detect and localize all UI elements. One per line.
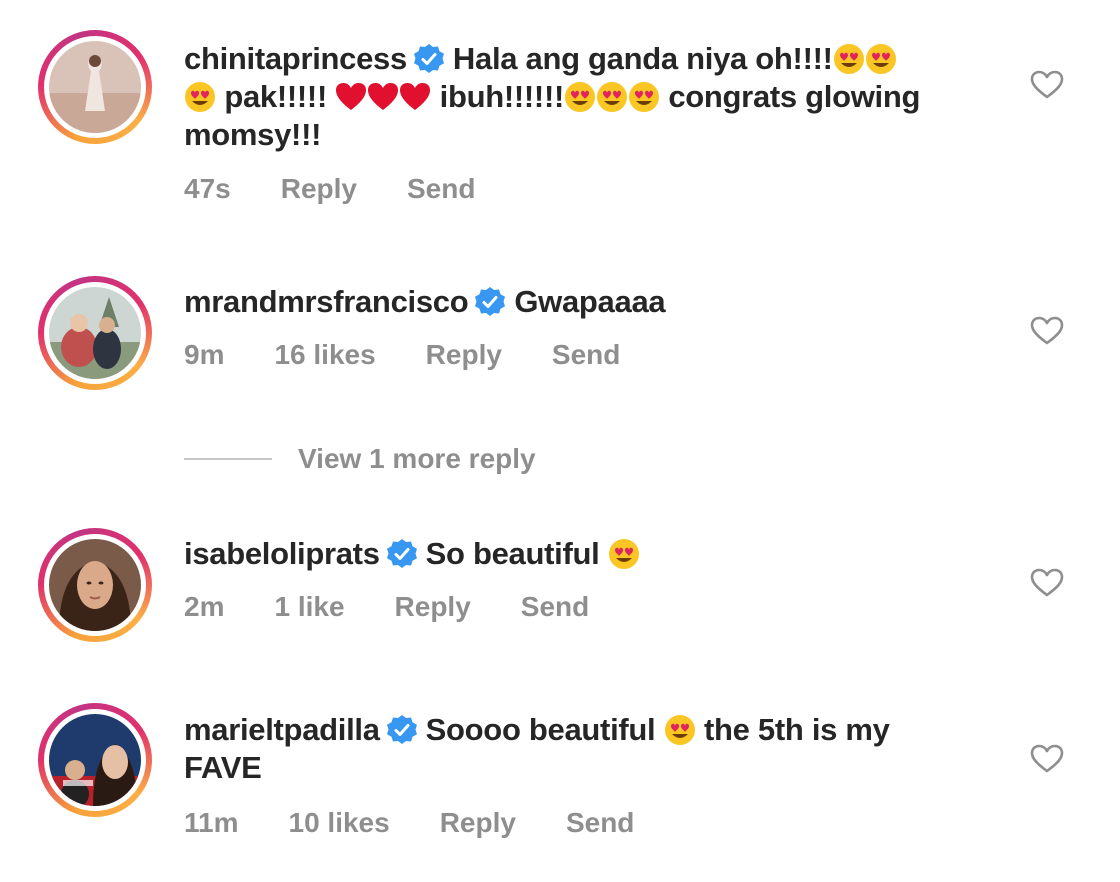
avatar[interactable]: [38, 30, 152, 144]
heart-eyes-emoji-icon: [833, 44, 864, 74]
send-button[interactable]: Send: [566, 807, 634, 839]
send-button[interactable]: Send: [407, 173, 475, 205]
heart-eyes-emoji-icon: [608, 539, 639, 569]
comment-text: isabeloliprats So beautiful: [184, 535, 1004, 573]
comment-body-part: the 5th is my: [704, 712, 890, 747]
heart-eyes-emoji-icon: [185, 82, 215, 112]
like-count[interactable]: 1 like: [274, 591, 344, 623]
comment-body-part: Soooo beautiful: [425, 712, 656, 747]
comment-body-part: Hala ang ganda niya oh!!!!: [452, 41, 833, 76]
avatar-photo-icon: [49, 287, 141, 379]
divider: [184, 458, 272, 460]
comment-body-part: pak!!!!!: [224, 79, 327, 114]
heart-eyes-emoji-icon: [629, 82, 659, 112]
comment-body-part: ibuh!!!!!!: [439, 79, 565, 114]
avatar-photo-icon: [49, 714, 141, 806]
comment-text: marieltpadilla Soooo beautiful the 5th is…: [184, 711, 1004, 787]
reply-button[interactable]: Reply: [395, 591, 471, 623]
heart-eyes-emoji-icon: [865, 44, 896, 74]
send-button[interactable]: Send: [552, 339, 620, 371]
comment-username[interactable]: marieltpadilla: [184, 712, 380, 747]
comment-text: chinitaprincess Hala ang ganda niya oh!!!…: [184, 40, 1004, 154]
comment-body-part: Gwapaaaa: [514, 284, 666, 319]
verified-badge-icon: [386, 539, 417, 568]
comment-username[interactable]: isabeloliprats: [184, 536, 380, 571]
reply-button[interactable]: Reply: [426, 339, 502, 371]
verified-badge-icon: [386, 715, 417, 744]
verified-badge-icon: [413, 44, 444, 73]
comment-meta: 11m 10 likes Reply Send: [184, 807, 684, 839]
reply-button[interactable]: Reply: [281, 173, 357, 205]
comment-text: mrandmrsfrancisco Gwapaaaa: [184, 283, 1004, 321]
avatar[interactable]: [38, 703, 152, 817]
red-heart-emoji-icon: [400, 83, 431, 110]
like-count[interactable]: 10 likes: [289, 807, 390, 839]
reply-button[interactable]: Reply: [440, 807, 516, 839]
avatar[interactable]: [38, 528, 152, 642]
comment-time: 2m: [184, 591, 225, 622]
comment-meta: 9m 16 likes Reply Send: [184, 339, 670, 371]
comment-username[interactable]: mrandmrsfrancisco: [184, 284, 469, 319]
comment-body-part: FAVE: [184, 750, 262, 785]
red-heart-emoji-icon: [368, 83, 399, 110]
like-heart-outline-icon[interactable]: [1030, 568, 1064, 598]
like-count[interactable]: 16 likes: [274, 339, 375, 371]
comment-username[interactable]: chinitaprincess: [184, 41, 407, 76]
avatar[interactable]: [38, 276, 152, 390]
comment-meta: 47s Reply Send: [184, 173, 525, 205]
comment-body-part: So beautiful: [425, 536, 600, 571]
like-heart-outline-icon[interactable]: [1030, 316, 1064, 346]
comment-time: 11m: [184, 807, 239, 838]
heart-eyes-emoji-icon: [664, 715, 695, 745]
view-more-replies-button[interactable]: View 1 more reply: [184, 442, 536, 476]
comment-time: 9m: [184, 339, 225, 370]
verified-badge-icon: [475, 287, 506, 316]
send-button[interactable]: Send: [521, 591, 589, 623]
view-more-replies-label: View 1 more reply: [298, 443, 536, 474]
like-heart-outline-icon[interactable]: [1030, 70, 1064, 100]
heart-eyes-emoji-icon: [565, 82, 595, 112]
red-heart-emoji-icon: [336, 83, 367, 110]
heart-eyes-emoji-icon: [597, 82, 627, 112]
avatar-photo-icon: [49, 41, 141, 133]
avatar-photo-icon: [49, 539, 141, 631]
comment-time: 47s: [184, 173, 231, 204]
comment-meta: 2m 1 like Reply Send: [184, 591, 639, 623]
like-heart-outline-icon[interactable]: [1030, 744, 1064, 774]
